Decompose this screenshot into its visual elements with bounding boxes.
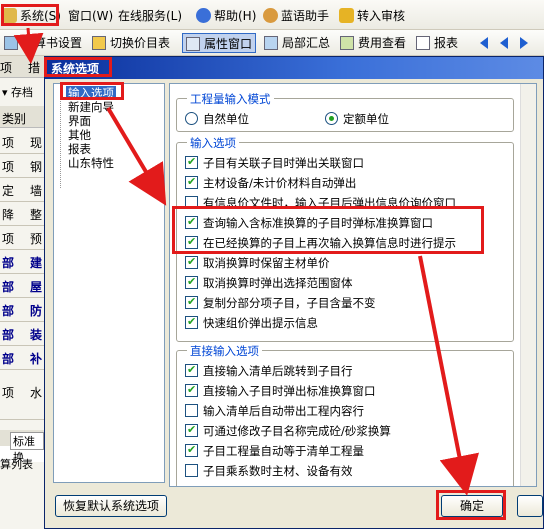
arrow-menu-to-dialog bbox=[13, 27, 44, 64]
annotation-arrows bbox=[13, 27, 479, 496]
arrow-tree-to-options bbox=[106, 106, 167, 206]
arrow-options-to-ok bbox=[418, 255, 479, 496]
